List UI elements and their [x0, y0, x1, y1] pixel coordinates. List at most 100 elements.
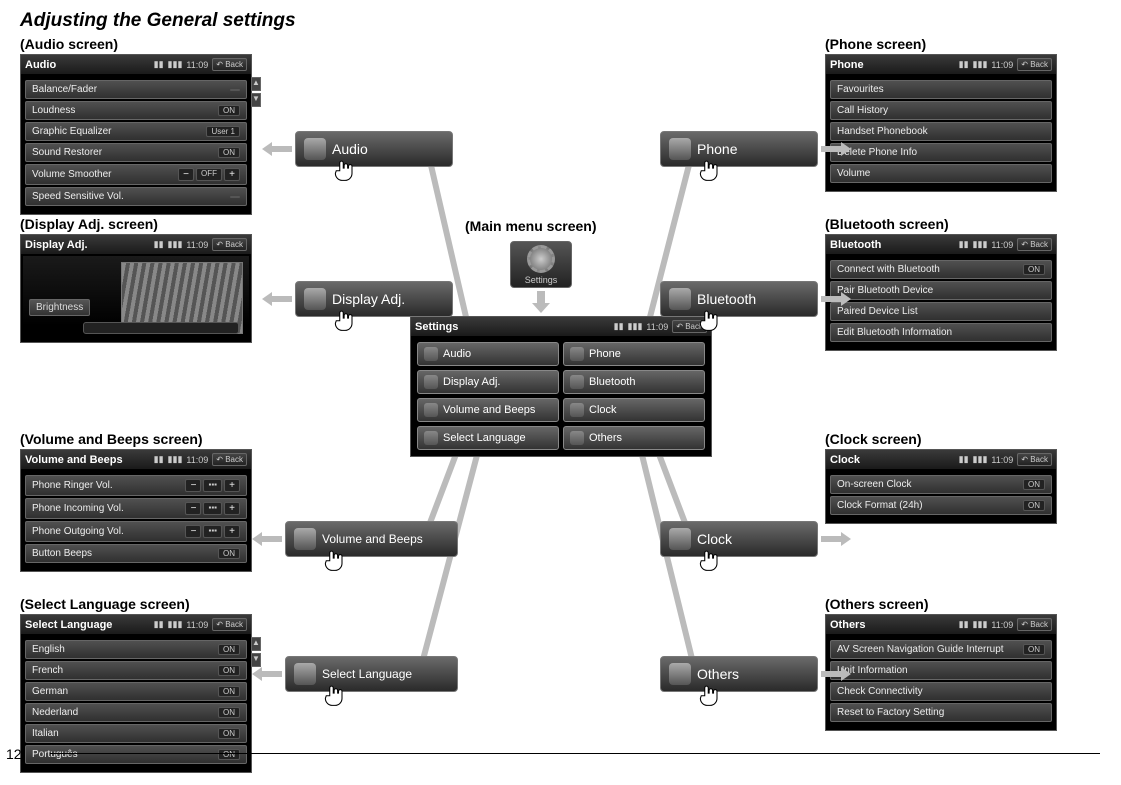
- back-button[interactable]: Back: [1017, 618, 1052, 631]
- list-item[interactable]: Volume: [830, 164, 1052, 183]
- volbeeps-screen: Volume and Beeps ▮▮▮▮▮11:09Back Phone Ri…: [20, 449, 252, 572]
- list-item[interactable]: Check Connectivity: [830, 682, 1052, 701]
- list-item[interactable]: Favourites: [830, 80, 1052, 99]
- list-item[interactable]: Speed Sensitive Vol.: [25, 187, 247, 206]
- others-caption: (Others screen): [825, 596, 1057, 612]
- lang-screen: Select Language ▮▮▮▮▮11:09Back EnglishON…: [20, 614, 252, 773]
- back-button[interactable]: Back: [212, 58, 247, 71]
- phone-icon: [570, 347, 584, 361]
- pointer-hand-icon: [696, 154, 724, 184]
- audio-caption: (Audio screen): [20, 36, 252, 52]
- menu-others[interactable]: Others: [563, 426, 705, 450]
- big-phone-button[interactable]: Phone: [660, 131, 818, 167]
- arrow-left-icon: [252, 667, 282, 681]
- list-item[interactable]: PortuguêsON: [25, 745, 247, 764]
- back-button[interactable]: Back: [212, 238, 247, 251]
- list-item[interactable]: NederlandON: [25, 703, 247, 722]
- page-number: 12: [6, 746, 22, 762]
- arrow-right-icon: [821, 532, 851, 546]
- list-item[interactable]: Connect with BluetoothON: [830, 260, 1052, 279]
- bluetooth-icon: [570, 375, 584, 389]
- list-item[interactable]: EnglishON: [25, 640, 247, 659]
- list-item[interactable]: AV Screen Navigation Guide InterruptON: [830, 640, 1052, 659]
- list-item[interactable]: Graphic EqualizerUser 1: [25, 122, 247, 141]
- clock-caption: (Clock screen): [825, 431, 1057, 447]
- list-item[interactable]: Reset to Factory Setting: [830, 703, 1052, 722]
- back-button[interactable]: Back: [1017, 58, 1052, 71]
- menu-display[interactable]: Display Adj.: [417, 370, 559, 394]
- menu-audio[interactable]: Audio: [417, 342, 559, 366]
- big-others-button[interactable]: Others: [660, 656, 818, 692]
- scroll-up[interactable]: ▲: [251, 77, 261, 91]
- list-item[interactable]: Clock Format (24h)ON: [830, 496, 1052, 515]
- big-display-button[interactable]: Display Adj.: [295, 281, 453, 317]
- volume-icon: [424, 403, 438, 417]
- back-button[interactable]: Back: [212, 618, 247, 631]
- clock-label: 11:09: [186, 60, 208, 70]
- scroll-up[interactable]: ▲: [251, 637, 261, 651]
- audio-body: Balance/Fader LoudnessON Graphic Equaliz…: [21, 74, 251, 214]
- gear-icon: [527, 245, 555, 273]
- arrow-right-icon: [821, 292, 851, 306]
- list-item[interactable]: Handset Phonebook: [830, 122, 1052, 141]
- menu-volbeeps[interactable]: Volume and Beeps: [417, 398, 559, 422]
- list-item[interactable]: Sound RestorerON: [25, 143, 247, 162]
- list-item[interactable]: Balance/Fader: [25, 80, 247, 99]
- back-button[interactable]: Back: [212, 453, 247, 466]
- list-item[interactable]: Delete Phone Info: [830, 143, 1052, 162]
- settings-icon[interactable]: Settings: [510, 241, 572, 288]
- clock-screen: Clock ▮▮▮▮▮11:09Back On-screen ClockON C…: [825, 449, 1057, 524]
- list-item[interactable]: On-screen ClockON: [830, 475, 1052, 494]
- list-item[interactable]: LoudnessON: [25, 101, 247, 120]
- display-icon: [304, 288, 326, 310]
- big-volbeeps-button[interactable]: Volume and Beeps: [285, 521, 458, 557]
- list-item[interactable]: Unit Information: [830, 661, 1052, 680]
- arrow-left-icon: [262, 142, 292, 156]
- audio-screen: Audio ▮▮▮▮▮11:09Back Balance/Fader Loudn…: [20, 54, 252, 215]
- globe-icon: [424, 431, 438, 445]
- settings-title: Settings: [415, 321, 458, 333]
- scroll-down[interactable]: ▼: [251, 653, 261, 667]
- phone-icon: [669, 138, 691, 160]
- display-icon: [424, 375, 438, 389]
- list-item[interactable]: ItalianON: [25, 724, 247, 743]
- volume-icon: [294, 528, 316, 550]
- list-item[interactable]: Call History: [830, 101, 1052, 120]
- brightness-slider[interactable]: [83, 322, 239, 334]
- menu-bluetooth[interactable]: Bluetooth: [563, 370, 705, 394]
- back-button[interactable]: Back: [1017, 238, 1052, 251]
- menu-clock[interactable]: Clock: [563, 398, 705, 422]
- scroll-down[interactable]: ▼: [251, 93, 261, 107]
- bt-caption: (Bluetooth screen): [825, 216, 1057, 232]
- list-item[interactable]: Pair Bluetooth Device: [830, 281, 1052, 300]
- menu-lang[interactable]: Select Language: [417, 426, 559, 450]
- list-item[interactable]: Button BeepsON: [25, 544, 247, 563]
- back-button[interactable]: Back: [1017, 453, 1052, 466]
- wrench-icon: [669, 663, 691, 685]
- brightness-label[interactable]: Brightness: [29, 299, 90, 316]
- lang-caption: (Select Language screen): [20, 596, 252, 612]
- big-audio-button[interactable]: Audio: [295, 131, 453, 167]
- speaker-icon: [304, 138, 326, 160]
- display-title: Display Adj.: [25, 239, 88, 251]
- phone-caption: (Phone screen): [825, 36, 1057, 52]
- big-bluetooth-button[interactable]: Bluetooth: [660, 281, 818, 317]
- list-item[interactable]: Phone Outgoing Vol.−▪▪▪+: [25, 521, 247, 542]
- pointer-hand-icon: [331, 154, 359, 184]
- list-item[interactable]: FrenchON: [25, 661, 247, 680]
- back-button[interactable]: Back: [672, 320, 707, 333]
- menu-phone[interactable]: Phone: [563, 342, 705, 366]
- volbeeps-caption: (Volume and Beeps screen): [20, 431, 252, 447]
- clock-icon: [570, 403, 584, 417]
- arrow-down-icon: [532, 291, 550, 313]
- arrow-right-icon: [821, 667, 851, 681]
- big-lang-button[interactable]: Select Language: [285, 656, 458, 692]
- list-item[interactable]: Volume Smoother−OFF+: [25, 164, 247, 185]
- list-item[interactable]: Paired Device List: [830, 302, 1052, 321]
- list-item[interactable]: Phone Ringer Vol.−▪▪▪+: [25, 475, 247, 496]
- list-item[interactable]: Edit Bluetooth Information: [830, 323, 1052, 342]
- pointer-hand-icon: [321, 679, 349, 709]
- list-item[interactable]: GermanON: [25, 682, 247, 701]
- list-item[interactable]: Phone Incoming Vol.−▪▪▪+: [25, 498, 247, 519]
- big-clock-button[interactable]: Clock: [660, 521, 818, 557]
